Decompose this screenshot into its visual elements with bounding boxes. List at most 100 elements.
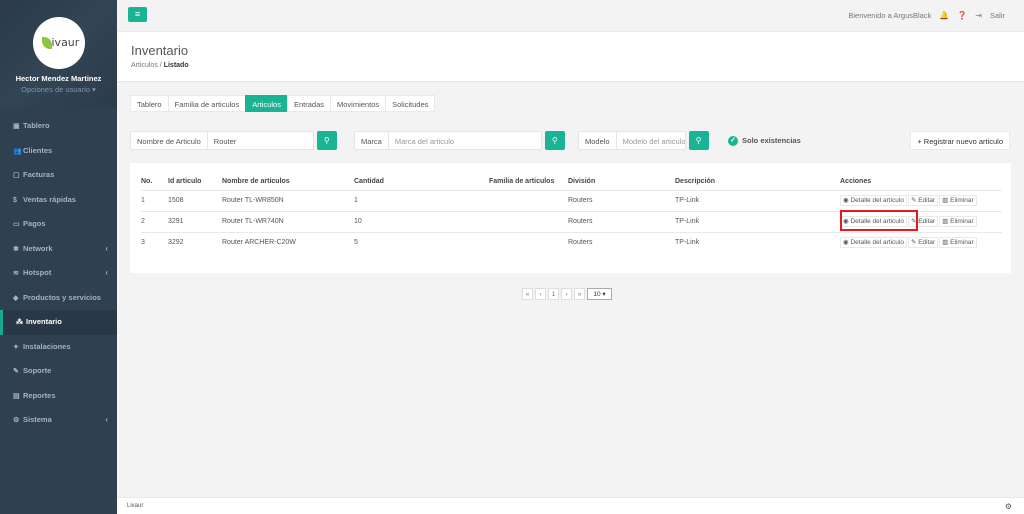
column-header: Id articulo	[168, 173, 222, 191]
next-page-button[interactable]: ›	[561, 288, 572, 300]
sidebar-item-productos-y-servicios[interactable]: ◆ Productos y servicios	[0, 286, 117, 311]
sidebar-item-instalaciones[interactable]: ✦ Instalaciones	[0, 335, 117, 360]
book-icon: ▤	[13, 392, 20, 400]
name-filter-label: Nombre de Articulo	[130, 131, 208, 150]
stock-only-label: Solo existencias	[742, 136, 801, 145]
cell-no: 3	[141, 239, 145, 247]
name-filter-input[interactable]: Router	[207, 131, 314, 150]
wrench-icon: ✎	[13, 368, 19, 375]
user-name: Hector Mendez Martinez	[15, 74, 102, 83]
cell-desc: TP-Link	[675, 190, 840, 212]
brand-filter-input[interactable]: Marca del articulo	[388, 131, 542, 150]
logout-link[interactable]: Salir	[990, 11, 1005, 20]
sidebar-item-label: Tablero	[23, 121, 50, 130]
highlight-box	[840, 210, 918, 231]
sidebar-nav: ▣ Tablero 👥Clientes ▢ Facturas $ Ventas rápida…	[0, 114, 117, 433]
cell-id: 3291	[168, 211, 222, 233]
brand-search-button[interactable]: ⚲	[544, 131, 565, 150]
edit-button[interactable]: ✎ Editar	[907, 237, 939, 249]
inventory-tabs: Tablero Familia de articulos Articulos Entr…	[130, 95, 436, 112]
sidebar-item-ventas-r-pidas[interactable]: $ Ventas rápidas	[0, 188, 117, 213]
users-icon: 👥	[13, 147, 22, 155]
wifi-icon: ≋	[13, 270, 19, 277]
detail-article-button[interactable]: ◉ Detalle del articulo	[840, 237, 907, 249]
model-filter-input[interactable]: Modelo del articulo	[616, 131, 686, 150]
per-page-select[interactable]: 10 ▾	[587, 288, 612, 300]
sidebar-item-label: Hotspot	[23, 268, 52, 277]
sidebar-item-facturas[interactable]: ▢ Facturas	[0, 163, 117, 188]
sitemap-icon: ✱	[13, 245, 19, 253]
sidebar-item-label: Facturas	[23, 170, 55, 179]
logout-icon[interactable]: ⇥	[975, 11, 982, 20]
page-1-button[interactable]: 1	[548, 288, 559, 300]
settings-icon[interactable]: ⚙	[1005, 498, 1012, 514]
brand-filter-label: Marca	[354, 131, 389, 150]
sidebar-item-hotspot[interactable]: ≋ Hotspot ‹	[0, 261, 117, 286]
table-row: 1 1508 Router TL-WR850N 1 Routers TP-Link ◉ De…	[141, 190, 1002, 212]
dashboard-icon: ▣	[13, 123, 20, 130]
edit-button[interactable]: ✎ Editar	[907, 195, 939, 206]
name-search-button[interactable]: ⚲	[316, 131, 337, 150]
breadcrumb: Articulos / Listado	[131, 62, 1024, 69]
first-page-button[interactable]: «	[522, 288, 533, 300]
sidebar-item-inventario[interactable]: ⁂ Inventario	[0, 310, 117, 335]
column-header: División	[568, 173, 675, 191]
model-filter-label: Modelo	[578, 131, 617, 150]
user-options-dropdown[interactable]: Opciones de usuario ▾	[0, 85, 117, 94]
sidebar-item-pagos[interactable]: ▭ Pagos	[0, 212, 117, 237]
prev-page-button[interactable]: ‹	[535, 288, 546, 300]
sidebar-item-soporte[interactable]: ✎ Soporte	[0, 359, 117, 384]
cell-desc: TP-Link	[675, 211, 840, 233]
sidebar-item-label: Reportes	[23, 390, 56, 400]
tab-solicitudes[interactable]: Solicitudes	[385, 95, 436, 112]
tab-entradas[interactable]: Entradas	[286, 95, 332, 112]
help-icon[interactable]: ❓	[957, 11, 967, 20]
delete-button[interactable]: ▥ Eliminar	[939, 237, 977, 249]
sidebar-item-tablero[interactable]: ▣ Tablero	[0, 114, 117, 139]
cogs-icon: ⚙	[13, 417, 20, 424]
dollar-icon: $	[13, 196, 17, 204]
top-bar: ≡ Bienvenido a ArgusBlack 🔔 ❓ ⇥ Salir	[117, 0, 1024, 32]
cell-family	[489, 211, 568, 233]
table-header-row: No. Id articulo Nombre de articulos Cantida…	[141, 173, 1002, 191]
cell-id: 3292	[168, 239, 184, 247]
menu-toggle-button[interactable]: ≡	[128, 7, 147, 22]
breadcrumb-articulos[interactable]: Articulos	[131, 62, 158, 69]
sidebar: ivaur Hector Mendez Martinez Opciones de…	[0, 0, 117, 514]
name-filter-group: Nombre de Articulo Router ⚲	[130, 131, 337, 150]
sidebar-item-reportes[interactable]: ▤ Reportes	[0, 384, 117, 409]
tab-articulos[interactable]: Articulos	[245, 95, 288, 112]
sidebar-item-network[interactable]: ✱ Network ‹	[0, 237, 117, 262]
delete-button[interactable]: ▥ Eliminar	[939, 195, 977, 206]
tab-movimientos[interactable]: Movimientos	[330, 95, 387, 112]
column-header: Familia de articulos	[489, 173, 568, 191]
breadcrumb-listado: Listado	[163, 62, 189, 69]
delete-button[interactable]: ▥ Eliminar	[939, 216, 977, 227]
detail-article-button[interactable]: ◉ Detalle del articulo	[840, 195, 907, 206]
column-header: Acciones	[840, 173, 1002, 191]
sidebar-item-label: Sistema	[23, 415, 52, 424]
cubes-icon: ⁂	[16, 319, 23, 326]
sidebar-item-sistema[interactable]: ⚙ Sistema ‹	[0, 408, 117, 433]
cell-no: 1	[141, 190, 168, 212]
livaur-logo[interactable]: ivaur	[32, 17, 85, 69]
cell-division: Routers	[568, 211, 675, 233]
pagination: « ‹ 1 › » 10 ▾	[522, 288, 614, 300]
sidebar-item-label: Productos y servicios	[23, 292, 101, 302]
stock-only-toggle[interactable]: ✓ Solo existencias	[728, 131, 801, 150]
sidebar-item-label: Ventas rápidas	[23, 194, 76, 204]
sidebar-item-label: Inventario	[26, 317, 62, 326]
sidebar-item-clientes[interactable]: 👥Clientes	[0, 139, 117, 164]
register-article-button[interactable]: + Registrar nuevo articulo	[910, 131, 1010, 150]
tab-familia-de-articulos[interactable]: Familia de articulos	[167, 95, 247, 112]
model-search-button[interactable]: ⚲	[688, 131, 709, 150]
tab-tablero[interactable]: Tablero	[130, 95, 169, 112]
column-header: No.	[141, 173, 168, 191]
bell-icon[interactable]: 🔔	[939, 11, 949, 20]
last-page-button[interactable]: »	[574, 288, 585, 300]
cell-family	[489, 232, 568, 253]
sidebar-item-label: Clientes	[23, 145, 53, 155]
cell-desc: TP-Link	[675, 239, 700, 247]
sidebar-item-label: Pagos	[23, 219, 46, 228]
sidebar-item-label: Instalaciones	[23, 341, 71, 351]
